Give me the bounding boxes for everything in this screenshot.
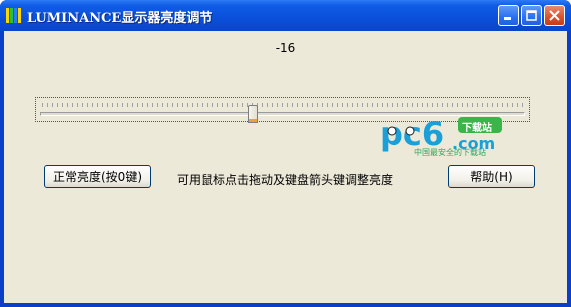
maximize-icon bbox=[526, 10, 537, 21]
slider-thumb[interactable] bbox=[248, 105, 258, 123]
brightness-value: -16 bbox=[275, 41, 296, 55]
slider-ticks bbox=[42, 103, 523, 107]
app-window: LUMINANCE显示器亮度调节 -16 pc6 .com 下载站 中国最安全的… bbox=[0, 0, 571, 307]
title-bar[interactable]: LUMINANCE显示器亮度调节 bbox=[0, 0, 571, 31]
minimize-button[interactable] bbox=[498, 5, 519, 26]
watermark-badge: 下载站 bbox=[462, 123, 492, 134]
minimize-icon bbox=[504, 17, 511, 20]
close-button[interactable] bbox=[544, 5, 565, 26]
close-icon bbox=[549, 10, 560, 21]
client-area: -16 pc6 .com 下载站 中国最安全的下载站 正常亮度(按0键) 可用鼠… bbox=[4, 31, 567, 303]
normal-brightness-button[interactable]: 正常亮度(按0键) bbox=[44, 165, 151, 188]
window-title: LUMINANCE显示器亮度调节 bbox=[27, 11, 213, 26]
hint-text: 可用鼠标点击拖动及键盘箭头键调整亮度 bbox=[177, 173, 394, 187]
help-button[interactable]: 帮助(H) bbox=[448, 165, 535, 188]
maximize-button[interactable] bbox=[521, 5, 542, 26]
app-icon bbox=[6, 8, 22, 24]
watermark-subtitle: 中国最安全的下载站 bbox=[414, 148, 486, 157]
